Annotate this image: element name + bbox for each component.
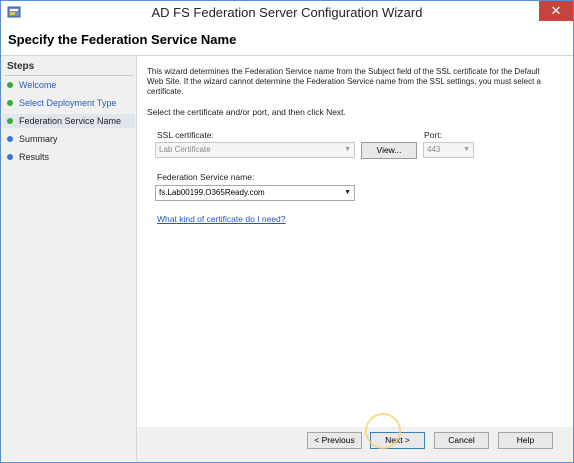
description-text: This wizard determines the Federation Se… — [147, 67, 541, 96]
port-label: Port: — [424, 130, 442, 140]
step-pending-icon — [7, 154, 13, 160]
instruction-text: Select the certificate and/or port, and … — [147, 107, 346, 117]
previous-button[interactable]: < Previous — [307, 432, 362, 449]
certificate-help-link[interactable]: What kind of certificate do I need? — [157, 214, 286, 224]
federation-service-name-dropdown[interactable]: fs.Lab00199.O365Ready.com ▼ — [155, 185, 355, 201]
chevron-down-icon: ▼ — [344, 189, 351, 196]
wizard-window: AD FS Federation Server Configuration Wi… — [0, 0, 574, 463]
step-welcome[interactable]: Welcome — [7, 78, 56, 92]
step-label: Results — [19, 152, 50, 162]
main-content: This wizard determines the Federation Se… — [137, 56, 573, 427]
federation-service-name-label: Federation Service name: — [157, 172, 255, 182]
click-highlight — [365, 413, 401, 449]
federation-service-name-value: fs.Lab00199.O365Ready.com — [159, 188, 265, 197]
step-summary: Summary — [7, 132, 58, 146]
port-dropdown[interactable]: 443 ▼ — [423, 142, 474, 158]
chevron-down-icon: ▼ — [344, 146, 351, 153]
chevron-down-icon: ▼ — [463, 146, 470, 153]
step-current-icon — [7, 118, 13, 124]
step-results: Results — [7, 150, 49, 164]
steps-title: Steps — [7, 61, 35, 72]
wizard-footer: < Previous Next > Cancel Help — [137, 427, 573, 462]
ssl-certificate-label: SSL certificate: — [157, 130, 214, 140]
steps-panel: Steps Welcome Select Deployment Type Fed… — [1, 56, 137, 461]
ssl-certificate-dropdown[interactable]: Lab Certificate ▼ — [155, 142, 355, 158]
window-title: AD FS Federation Server Configuration Wi… — [151, 5, 423, 20]
close-button[interactable]: ✕ — [539, 1, 573, 21]
step-complete-icon — [7, 82, 13, 88]
step-label: Federation Service Name — [19, 116, 122, 126]
step-pending-icon — [7, 136, 13, 142]
step-complete-icon — [7, 100, 13, 106]
help-button[interactable]: Help — [498, 432, 553, 449]
ssl-certificate-value: Lab Certificate — [159, 145, 211, 154]
step-federation-service-name: Federation Service Name — [3, 114, 135, 128]
page-header: Specify the Federation Service Name — [1, 25, 573, 56]
step-label: Select Deployment Type — [19, 98, 117, 108]
cancel-button[interactable]: Cancel — [434, 432, 489, 449]
title-bar: AD FS Federation Server Configuration Wi… — [1, 1, 573, 25]
view-certificate-button[interactable]: View... — [361, 142, 417, 159]
steps-divider — [5, 75, 133, 76]
step-select-deployment-type[interactable]: Select Deployment Type — [7, 96, 116, 110]
page-title: Specify the Federation Service Name — [8, 32, 237, 47]
step-label: Welcome — [19, 80, 57, 90]
port-value: 443 — [427, 145, 441, 154]
step-label: Summary — [19, 134, 58, 144]
